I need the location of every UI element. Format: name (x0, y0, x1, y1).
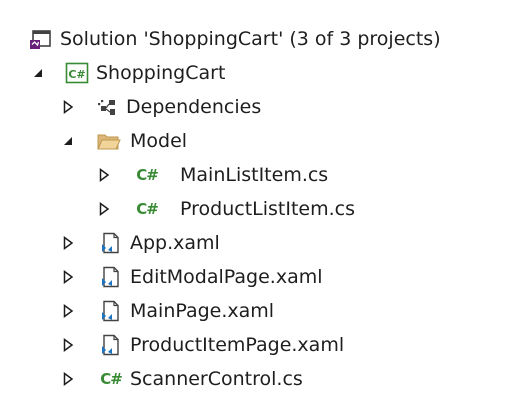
csharp-file-icon: C# (100, 370, 123, 388)
folder-open-icon (96, 129, 122, 153)
expanded-arrow-icon[interactable] (60, 131, 76, 151)
collapsed-arrow-icon[interactable] (60, 267, 76, 287)
tree-item-label: ProductItemPage.xaml (130, 334, 345, 356)
collapsed-arrow-icon[interactable] (60, 369, 76, 389)
tree-item-label: ProductListItem.cs (180, 198, 355, 220)
collapsed-arrow-icon[interactable] (60, 97, 76, 117)
dependencies-icon (96, 95, 122, 119)
tree-item-label: ShoppingCart (96, 62, 226, 84)
collapsed-arrow-icon[interactable] (60, 233, 76, 253)
tree-row-productlistitem[interactable]: C# ProductListItem.cs (0, 192, 518, 226)
solution-label: Solution 'ShoppingCart' (3 of 3 projects… (60, 28, 441, 50)
solution-explorer-tree: Solution 'ShoppingCart' (3 of 3 projects… (0, 0, 518, 414)
tree-item-label: ScannerControl.cs (130, 368, 303, 390)
tree-row-editmodalpage-xaml[interactable]: EditModalPage.xaml (0, 260, 518, 294)
tree-row-mainpage-xaml[interactable]: MainPage.xaml (0, 294, 518, 328)
collapsed-arrow-icon[interactable] (60, 301, 76, 321)
tree-row-productitempage-xaml[interactable]: ProductItemPage.xaml (0, 328, 518, 362)
csharp-project-icon: C# (64, 61, 90, 85)
tree-row-model[interactable]: Model (0, 124, 518, 158)
xaml-file-icon (98, 265, 124, 289)
svg-text:C#: C# (68, 68, 85, 81)
collapsed-arrow-icon[interactable] (96, 165, 112, 185)
tree-row-scannercontrol[interactable]: C# ScannerControl.cs (0, 362, 518, 396)
csharp-file-icon: C# (136, 200, 159, 218)
tree-item-label: MainListItem.cs (180, 164, 329, 186)
collapsed-arrow-icon[interactable] (60, 335, 76, 355)
tree-row-dependencies[interactable]: Dependencies (0, 90, 518, 124)
csharp-file-icon: C# (136, 166, 159, 184)
xaml-file-icon (98, 299, 124, 323)
solution-icon (28, 27, 54, 51)
xaml-file-icon (98, 333, 124, 357)
tree-row-solution[interactable]: Solution 'ShoppingCart' (3 of 3 projects… (0, 22, 518, 56)
expanded-arrow-icon[interactable] (30, 63, 46, 83)
tree-item-label: MainPage.xaml (130, 300, 275, 322)
tree-row-shoppingcart[interactable]: C# ShoppingCart (0, 56, 518, 90)
xaml-file-icon (98, 231, 124, 255)
collapsed-arrow-icon[interactable] (96, 199, 112, 219)
tree-item-label: Model (130, 130, 188, 152)
tree-item-label: Dependencies (126, 96, 262, 118)
tree-item-label: App.xaml (130, 232, 220, 254)
tree-row-app-xaml[interactable]: App.xaml (0, 226, 518, 260)
tree-item-label: EditModalPage.xaml (130, 266, 323, 288)
tree-row-mainlistitem[interactable]: C# MainListItem.cs (0, 158, 518, 192)
